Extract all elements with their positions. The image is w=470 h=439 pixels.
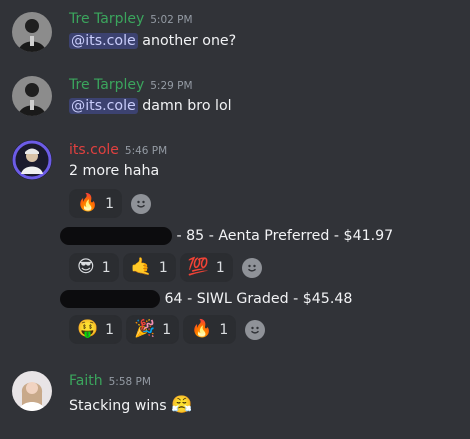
reaction-hundred[interactable]: 💯 1 xyxy=(179,253,233,282)
reaction-count: 1 xyxy=(215,259,225,276)
username[interactable]: Faith xyxy=(69,373,103,389)
steam-from-nose-face-icon: 😤 xyxy=(171,395,193,415)
user-avatar[interactable] xyxy=(12,76,52,116)
add-reaction-button[interactable] xyxy=(237,253,267,282)
smiley-icon xyxy=(241,257,262,278)
reaction-bar: 🤑 1 🎉 1 🔥 1 xyxy=(69,315,270,344)
sunglasses-face-icon: 😎 xyxy=(77,257,95,277)
fire-icon: 🔥 xyxy=(77,193,99,213)
username[interactable]: Tre Tarpley xyxy=(69,11,144,27)
avatar-image xyxy=(12,140,52,180)
message-content: @its.cole damn bro lol xyxy=(69,98,232,114)
reaction-sunglasses[interactable]: 😎 1 xyxy=(69,253,119,282)
reaction-fire[interactable]: 🔥 1 xyxy=(69,189,123,218)
timestamp: 5:02 PM xyxy=(150,14,193,26)
reaction-fire[interactable]: 🔥 1 xyxy=(183,315,237,344)
message-text: 64 - SIWL Graded - $45.48 xyxy=(164,291,353,307)
username[interactable]: its.cole xyxy=(69,142,119,158)
reaction-money-mouth[interactable]: 🤑 1 xyxy=(69,315,123,344)
reaction-count: 1 xyxy=(105,195,115,212)
user-mention[interactable]: @its.cole xyxy=(69,33,138,49)
message-text: - 85 - Aenta Preferred - $41.97 xyxy=(176,228,394,244)
avatar-image xyxy=(12,371,52,411)
add-reaction-button[interactable] xyxy=(126,189,156,218)
redacted-text xyxy=(60,227,172,245)
add-reaction-button[interactable] xyxy=(240,315,270,344)
reaction-bar: 😎 1 🤙 1 💯 1 xyxy=(69,253,267,282)
avatar-image xyxy=(12,76,52,116)
avatar-image xyxy=(12,12,52,52)
reaction-party-popper[interactable]: 🎉 1 xyxy=(126,315,180,344)
message-text: damn bro lol xyxy=(142,98,232,114)
hundred-points-icon: 💯 xyxy=(187,257,209,277)
message-line: 64 - SIWL Graded - $45.48 xyxy=(60,290,353,308)
party-popper-icon: 🎉 xyxy=(134,319,156,339)
message-text: another one? xyxy=(142,33,237,49)
reaction-call-me-hand[interactable]: 🤙 1 xyxy=(122,253,176,282)
message-line: - 85 - Aenta Preferred - $41.97 xyxy=(60,227,394,245)
user-mention[interactable]: @its.cole xyxy=(69,98,138,114)
reaction-bar: 🔥 1 xyxy=(69,189,156,218)
call-me-hand-icon: 🤙 xyxy=(130,257,152,277)
reaction-count: 1 xyxy=(101,259,111,276)
smiley-icon xyxy=(245,319,266,340)
message-content: Stacking wins 😤 xyxy=(69,395,192,415)
user-avatar[interactable] xyxy=(12,140,52,180)
reaction-count: 1 xyxy=(219,321,229,338)
user-avatar[interactable] xyxy=(12,371,52,411)
timestamp: 5:46 PM xyxy=(124,145,168,157)
money-mouth-face-icon: 🤑 xyxy=(77,319,99,339)
message-text: 2 more haha xyxy=(69,163,160,179)
redacted-text xyxy=(60,290,160,308)
fire-icon: 🔥 xyxy=(191,319,213,339)
username[interactable]: Tre Tarpley xyxy=(69,77,144,93)
user-avatar[interactable] xyxy=(12,12,52,52)
timestamp: 5:58 PM xyxy=(108,376,151,388)
message-content: @its.cole another one? xyxy=(69,33,236,49)
reaction-count: 1 xyxy=(162,321,172,338)
smiley-icon xyxy=(131,193,152,214)
reaction-count: 1 xyxy=(158,259,168,276)
reaction-count: 1 xyxy=(105,321,115,338)
timestamp: 5:29 PM xyxy=(150,80,193,92)
message-text: Stacking wins xyxy=(69,398,167,414)
